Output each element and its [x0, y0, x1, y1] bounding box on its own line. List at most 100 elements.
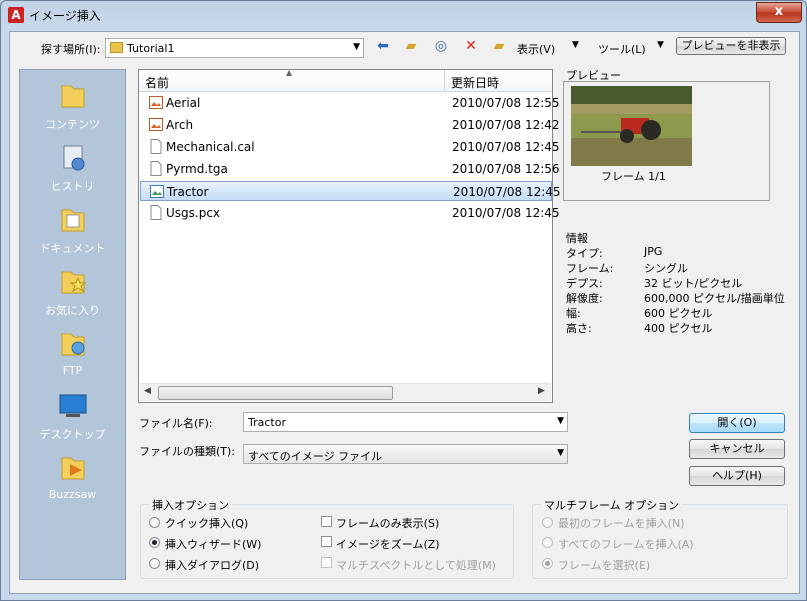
filetype-select[interactable]: すべてのイメージ ファイル ▼ [243, 444, 568, 464]
dialog-insert-label[interactable]: 挿入ダイアログ(D) [165, 557, 259, 573]
frames-only-checkbox[interactable] [321, 516, 332, 527]
chevron-down-icon[interactable]: ▼ [557, 448, 564, 458]
file-icon [150, 139, 162, 154]
dialog-title: イメージ挿入 [29, 9, 101, 23]
places-bar: コンテンツ ヒストリ ドキュメント お気に入り FTP デスクトップ Buzzs… [19, 69, 126, 580]
scroll-left-icon[interactable]: ◀ [144, 386, 151, 396]
tools-menu[interactable]: ツール(L) [598, 41, 646, 57]
help-button[interactable]: ヘルプ(H) [689, 466, 785, 486]
scroll-right-icon[interactable]: ▶ [538, 386, 545, 396]
zoom-image-checkbox[interactable] [321, 536, 332, 547]
place-contents[interactable]: コンテンツ [20, 78, 125, 132]
filetype-label: ファイルの種類(T): [139, 445, 236, 458]
filename-label: ファイル名(F): [139, 417, 213, 430]
place-history[interactable]: ヒストリ [20, 140, 125, 194]
zoom-image-label[interactable]: イメージをズーム(Z) [336, 536, 440, 552]
info-value: JPG [644, 245, 663, 258]
wizard-insert-label[interactable]: 挿入ウィザード(W) [165, 536, 261, 552]
delete-icon[interactable]: ✕ [462, 37, 480, 55]
file-row[interactable]: Usgs.pcx 2010/07/08 12:45 [140, 203, 560, 223]
place-contents-label: コンテンツ [45, 118, 100, 131]
search-web-icon[interactable]: ◎ [432, 37, 450, 55]
column-header-date[interactable]: 更新日時 [444, 70, 552, 92]
file-name: Usgs.pcx [166, 206, 221, 220]
place-documents-label: ドキュメント [39, 242, 106, 255]
dialog-insert-radio[interactable] [149, 558, 160, 569]
file-row[interactable]: Arch 2010/07/08 12:42 [140, 115, 560, 135]
favorites-icon [61, 271, 86, 294]
open-button[interactable]: 開く(O) [689, 413, 785, 433]
first-frame-radio[interactable] [542, 517, 553, 528]
cancel-button[interactable]: キャンセル [689, 439, 785, 459]
multispectral-label[interactable]: マルチスペクトルとして処理(M) [336, 557, 496, 573]
column-date-label: 更新日時 [451, 76, 500, 90]
info-key: タイプ: [566, 247, 603, 260]
back-arrow-icon[interactable]: ⬅ [374, 37, 392, 55]
new-folder-icon[interactable]: ▰ [490, 37, 508, 55]
dialog-window: A イメージ挿入 x 探す場所(I): Tutorial1 ▼ ⬅ ▰ ◎ ✕ … [0, 0, 807, 601]
sort-ascending-icon: ▲ [286, 68, 293, 77]
file-row-selected[interactable]: Tractor 2010/07/08 12:45 [140, 181, 561, 201]
select-frame-radio[interactable] [542, 558, 553, 569]
info-key: 幅: [566, 307, 581, 320]
look-in-value: Tutorial1 [127, 42, 175, 55]
info-value: 400 ピクセル [644, 322, 713, 335]
frames-only-label[interactable]: フレームのみ表示(S) [336, 515, 439, 531]
column-header-name[interactable]: 名前 ▲ [139, 68, 444, 92]
place-favorites-label: お気に入り [45, 304, 100, 317]
place-desktop[interactable]: デスクトップ [20, 388, 125, 442]
place-favorites[interactable]: お気に入り [20, 264, 125, 318]
wizard-insert-radio[interactable] [149, 537, 160, 548]
place-buzzsaw[interactable]: Buzzsaw [20, 450, 125, 501]
folder-icon [110, 42, 123, 53]
image-file-icon [149, 96, 163, 109]
desktop-icon [59, 394, 86, 417]
info-value: 600,000 ピクセル/描画単位 [644, 292, 785, 305]
place-ftp[interactable]: FTP [20, 326, 125, 377]
select-frame-label[interactable]: フレームを選択(E) [558, 557, 650, 573]
place-history-label: ヒストリ [50, 180, 95, 193]
file-date: 2010/07/08 12:42 [452, 118, 560, 132]
first-frame-label[interactable]: 最初のフレームを挿入(N) [558, 515, 684, 531]
info-value: 32 ビット/ピクセル [644, 277, 743, 290]
all-frames-radio[interactable] [542, 537, 553, 548]
file-row[interactable]: Pyrmd.tga 2010/07/08 12:56 [140, 159, 560, 179]
all-frames-label[interactable]: すべてのフレームを挿入(A) [558, 536, 694, 552]
history-icon [63, 145, 84, 171]
multispectral-checkbox[interactable] [321, 557, 332, 568]
file-list[interactable]: 名前 ▲ 更新日時 Aerial 2010/07/08 12:55 Arch 2… [138, 68, 561, 403]
info-title: 情報 [566, 232, 588, 245]
filetype-value: すべてのイメージ ファイル [248, 450, 383, 463]
file-date: 2010/07/08 12:45 [452, 140, 560, 154]
file-date: 2010/07/08 12:56 [452, 162, 560, 176]
file-row[interactable]: Aerial 2010/07/08 12:55 [140, 93, 560, 113]
place-documents[interactable]: ドキュメント [20, 202, 125, 256]
horizontal-scrollbar[interactable]: ◀ ▶ [140, 383, 551, 401]
file-date: 2010/07/08 12:55 [452, 96, 560, 110]
place-ftp-label: FTP [62, 364, 83, 377]
scroll-thumb[interactable] [158, 386, 393, 400]
image-file-icon [150, 185, 164, 198]
up-folder-icon[interactable]: ▰ [402, 37, 420, 55]
look-in-combo[interactable]: Tutorial1 ▼ [105, 38, 364, 58]
view-menu[interactable]: 表示(V) [517, 41, 555, 57]
view-menu-chevron-icon[interactable]: ▼ [572, 40, 579, 50]
chevron-down-icon[interactable]: ▼ [557, 416, 564, 426]
place-buzzsaw-label: Buzzsaw [48, 488, 97, 501]
hide-preview-button[interactable]: プレビューを非表示 [676, 37, 786, 55]
multiframe-options-title: マルチフレーム オプション [541, 497, 683, 513]
file-name: Tractor [167, 185, 209, 199]
folder-icon [61, 85, 84, 108]
tools-menu-chevron-icon[interactable]: ▼ [657, 40, 664, 50]
quick-insert-label[interactable]: クイック挿入(Q) [165, 515, 248, 531]
filename-input[interactable]: Tractor ▼ [243, 412, 568, 432]
file-row[interactable]: Mechanical.cal 2010/07/08 12:45 [140, 137, 560, 157]
autocad-app-icon: A [8, 7, 24, 23]
look-in-label: 探す場所(I): [41, 43, 101, 56]
file-name: Arch [166, 118, 194, 132]
file-name: Mechanical.cal [166, 140, 255, 154]
file-name: Aerial [166, 96, 201, 110]
info-key: 解像度: [566, 292, 603, 305]
quick-insert-radio[interactable] [149, 517, 160, 528]
close-button[interactable]: x [756, 2, 802, 23]
